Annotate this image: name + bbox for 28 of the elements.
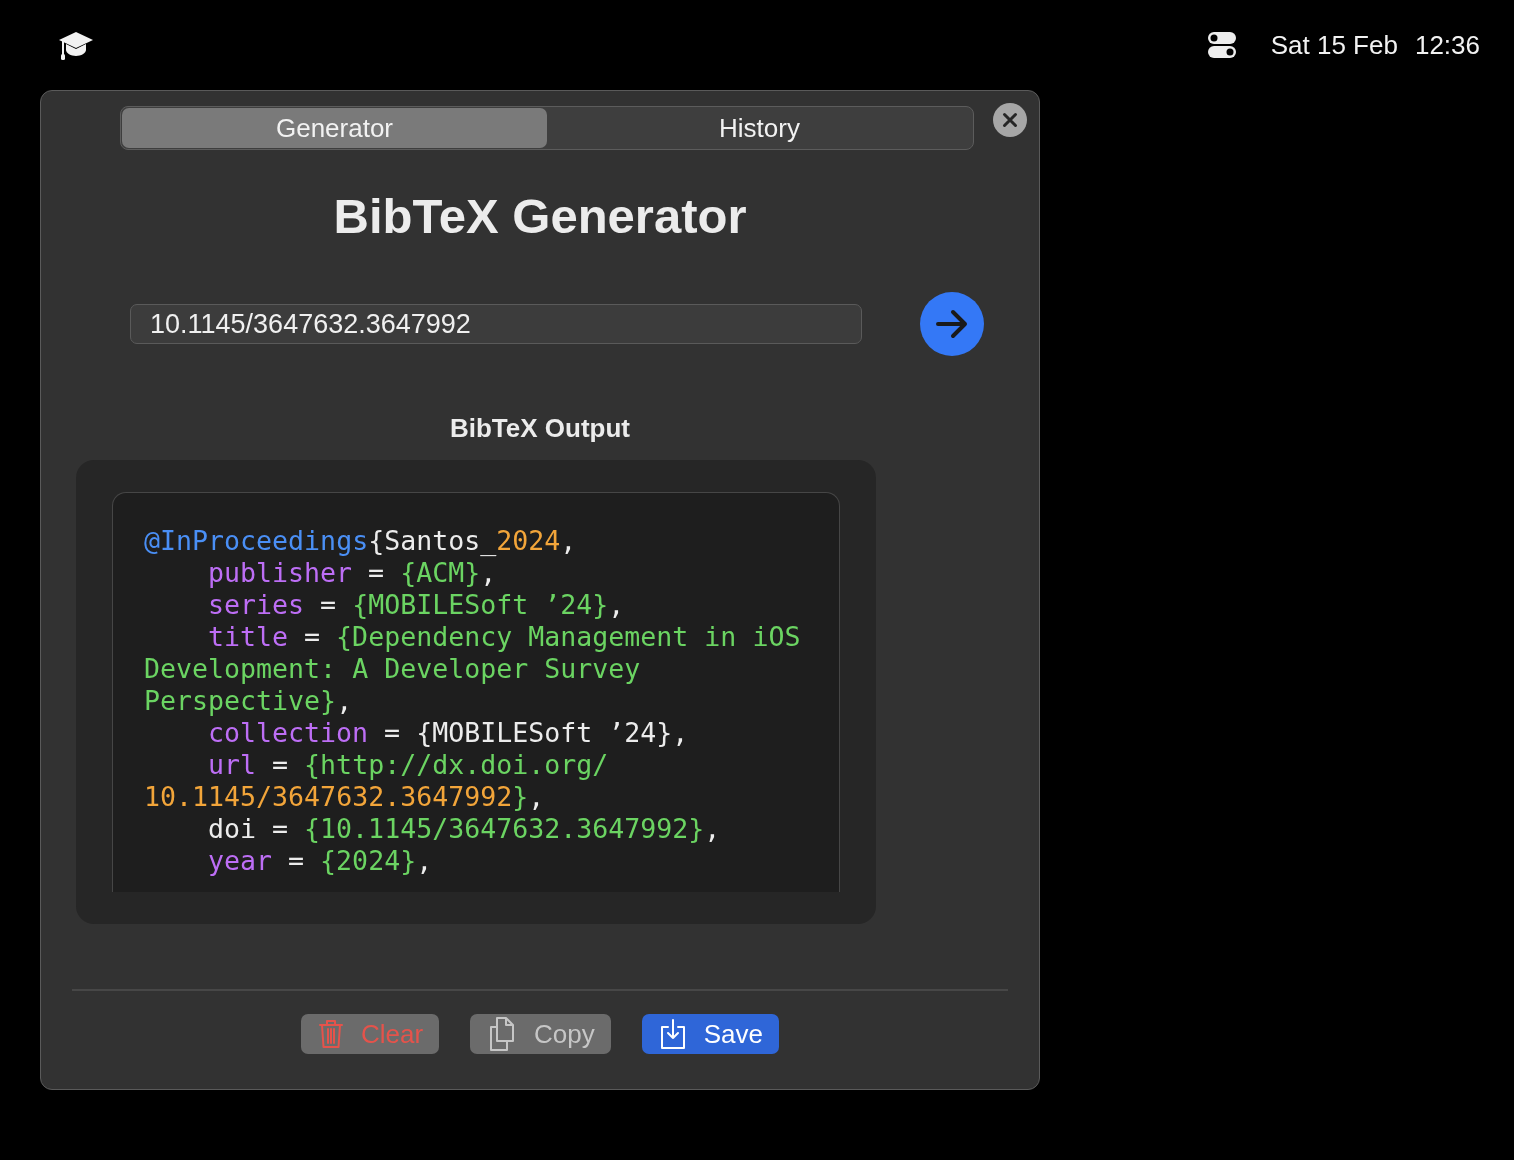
- control-toggles-icon[interactable]: [1206, 31, 1237, 59]
- code-line: @InProceedings{Santos_2024,: [144, 525, 577, 557]
- code-line: collection = {MOBILESoft ’24},: [208, 717, 689, 749]
- section-heading: BibTeX Output: [448, 413, 631, 443]
- code-line: 10.1145/3647632.3647992},: [144, 781, 545, 813]
- close-button[interactable]: [993, 103, 1027, 137]
- tab[interactable]: History: [547, 108, 972, 148]
- code-editor[interactable]: [112, 492, 840, 892]
- code-line: Development: A Developer Survey: [144, 653, 641, 685]
- action-button[interactable]: Save: [641, 1014, 780, 1054]
- trash-icon: [318, 1019, 343, 1049]
- arrow-right-icon: [935, 309, 969, 339]
- menu-bar-time[interactable]: 12:36: [1414, 30, 1480, 60]
- code-line: url = {http://dx.doi.org/: [208, 749, 609, 781]
- code-line: title = {Dependency Management in iOS: [208, 621, 801, 653]
- graduation-cap-icon[interactable]: [58, 30, 94, 62]
- close-icon: [993, 103, 1027, 137]
- save-icon: [659, 1019, 686, 1049]
- copy-icon: [488, 1017, 517, 1051]
- code-line: doi = {10.1145/3647632.3647992},: [208, 813, 721, 845]
- app-title: BibTeX Generator: [332, 188, 748, 245]
- tab[interactable]: Generator: [122, 108, 547, 148]
- menu-bar-date[interactable]: Sat 15 Feb: [1270, 30, 1398, 60]
- code-line: publisher = {ACM},: [208, 557, 497, 589]
- code-line: series = {MOBILESoft ’24},: [208, 589, 625, 621]
- doi-input-field[interactable]: 10.1145/3647632.3647992: [130, 304, 862, 344]
- code-line: year = {2024},: [208, 845, 433, 877]
- code-line: Perspective},: [144, 685, 353, 717]
